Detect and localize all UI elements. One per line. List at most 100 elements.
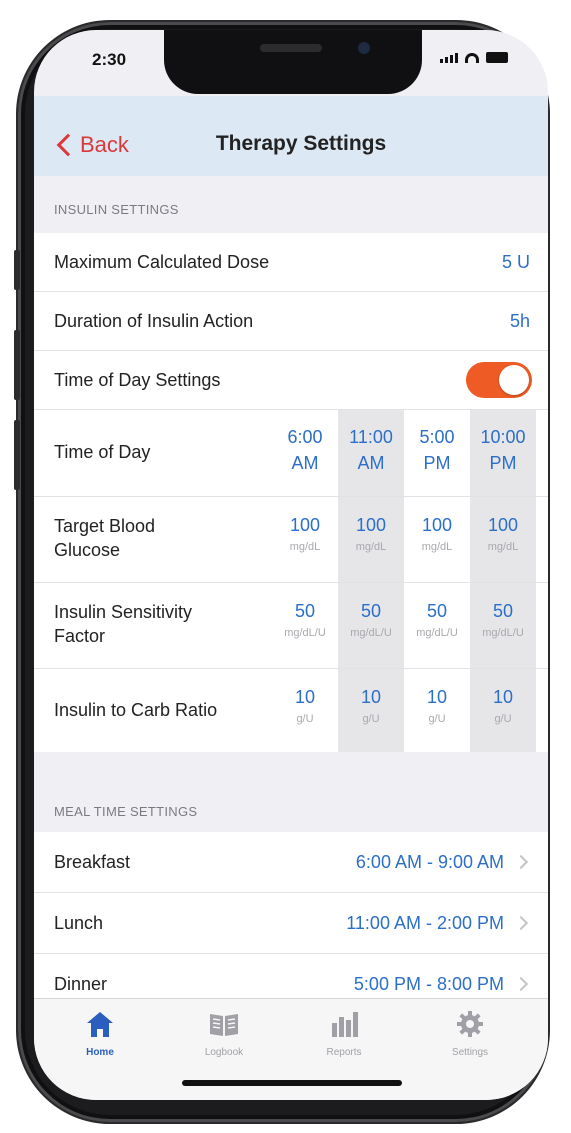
max-dose-label: Maximum Calculated Dose (54, 251, 270, 272)
sensitivity-cell[interactable]: 50 mg/dL/U (404, 598, 470, 642)
time-of-day-label: Time of Day (54, 442, 151, 462)
carb-ratio-cell[interactable]: 10 g/U (338, 684, 404, 728)
time-of-day-settings-row: Time of Day Settings (34, 351, 548, 410)
target-glucose-cell[interactable]: 100 mg/dL (470, 512, 536, 556)
gear-icon (420, 1009, 520, 1043)
unit-label: mg/dL/U (284, 627, 326, 639)
time-value: 5:00 PM (419, 427, 455, 473)
sensitivity-value: 50 (426, 601, 448, 621)
volume-down-button (14, 420, 20, 490)
meal-time-value: 11:00 AM - 2:00 PM (346, 912, 504, 933)
meal-row-lunch[interactable]: Lunch 11:00 AM - 2:00 PM (34, 893, 548, 954)
unit-label: g/U (494, 713, 512, 725)
phone-screen: 2:30 Back Therapy Settings INSULIN SETTI… (34, 30, 548, 1100)
time-value: 10:00 PM (480, 427, 526, 473)
time-value: 11:00 AM (349, 427, 393, 473)
silent-switch (14, 250, 20, 290)
unit-label: g/U (428, 713, 446, 725)
meal-row-breakfast[interactable]: Breakfast 6:00 AM - 9:00 AM (34, 832, 548, 893)
target-glucose-value: 100 (289, 515, 321, 535)
tab-label: Home (86, 1047, 114, 1058)
meal-time-value: 5:00 PM - 8:00 PM (353, 973, 504, 994)
tab-logbook[interactable]: Logbook (174, 1009, 274, 1058)
carb-ratio-value: 10 (360, 687, 382, 707)
tab-reports[interactable]: Reports (294, 1009, 394, 1058)
carb-ratio-cell[interactable]: 10 g/U (404, 684, 470, 728)
toggle-knob (499, 365, 529, 395)
time-cell[interactable]: 6:00 AM (272, 424, 338, 476)
unit-label: mg/dL/U (416, 627, 458, 639)
time-cell[interactable]: 11:00 AM (338, 424, 404, 476)
target-glucose-cell[interactable]: 100 mg/dL (272, 512, 338, 556)
insulin-settings-header: INSULIN SETTINGS (54, 202, 179, 217)
max-dose-value: 5 U (501, 251, 530, 272)
speaker (260, 44, 322, 52)
unit-label: mg/dL (289, 541, 321, 553)
status-icons (440, 52, 508, 63)
sensitivity-value: 50 (492, 601, 514, 621)
max-dose-row[interactable]: Maximum Calculated Dose 5 U (34, 233, 548, 292)
sensitivity-cell[interactable]: 50 mg/dL/U (272, 598, 338, 642)
notch (164, 30, 422, 94)
book-icon (174, 1009, 274, 1043)
unit-label: mg/dL (355, 541, 387, 553)
tab-label: Settings (451, 1047, 489, 1058)
unit-label: mg/dL (421, 541, 453, 553)
time-of-day-row: Time of Day 6:00 AM 11:00 AM 5:00 PM 10:… (34, 410, 548, 497)
unit-label: mg/dL/U (350, 627, 392, 639)
carb-ratio-row: Insulin to Carb Ratio 10 g/U 10 g/U 10 g/U … (34, 668, 548, 752)
tab-label: Logbook (204, 1047, 244, 1058)
unit-label: g/U (362, 713, 380, 725)
page-title: Therapy Settings (215, 132, 387, 155)
chevron-right-icon (513, 854, 529, 870)
target-glucose-value: 100 (421, 515, 453, 535)
target-glucose-cell[interactable]: 100 mg/dL (338, 512, 404, 556)
chevron-right-icon (513, 976, 529, 992)
target-glucose-value: 100 (487, 515, 519, 535)
target-glucose-value: 100 (355, 515, 387, 535)
unit-label: g/U (296, 713, 314, 725)
signal-icon (440, 53, 458, 63)
target-glucose-label: Target Blood Glucose (54, 516, 156, 560)
time-value: 6:00 AM (287, 427, 323, 473)
insulin-settings-list: Maximum Calculated Dose 5 U Duration of … (34, 233, 548, 752)
unit-label: mg/dL (487, 541, 519, 553)
battery-icon (486, 52, 508, 63)
time-cell[interactable]: 5:00 PM (404, 424, 470, 476)
meal-settings-list: Breakfast 6:00 AM - 9:00 AM Lunch 11:00 … (34, 832, 548, 1015)
carb-ratio-cell[interactable]: 10 g/U (470, 684, 536, 728)
meal-time-value: 6:00 AM - 9:00 AM (355, 851, 504, 872)
sensitivity-value: 50 (294, 601, 316, 621)
duration-row[interactable]: Duration of Insulin Action 5h (34, 292, 548, 351)
status-time: 2:30 (92, 50, 127, 69)
sensitivity-cell[interactable]: 50 mg/dL/U (470, 598, 536, 642)
tab-home[interactable]: Home (50, 1009, 150, 1058)
carb-ratio-cell[interactable]: 10 g/U (272, 684, 338, 728)
sensitivity-value: 50 (360, 601, 382, 621)
time-of-day-toggle[interactable] (466, 362, 532, 398)
tab-settings[interactable]: Settings (420, 1009, 520, 1058)
chevron-right-icon (513, 915, 529, 931)
bar-chart-icon (294, 1009, 394, 1043)
meal-label: Breakfast (54, 851, 131, 872)
carb-ratio-value: 10 (294, 687, 316, 707)
target-glucose-cell[interactable]: 100 mg/dL (404, 512, 470, 556)
wifi-icon (465, 53, 479, 63)
duration-value: 5h (509, 310, 530, 331)
navigation-bar: Back Therapy Settings (34, 96, 548, 176)
unit-label: mg/dL/U (482, 627, 524, 639)
meal-label: Dinner (54, 973, 108, 994)
meal-label: Lunch (54, 912, 104, 933)
sensitivity-label: Insulin Sensitivity Factor (54, 602, 193, 646)
home-icon (50, 1009, 150, 1043)
sensitivity-cell[interactable]: 50 mg/dL/U (338, 598, 404, 642)
home-indicator (182, 1080, 402, 1086)
sensitivity-row: Insulin Sensitivity Factor 50 mg/dL/U 50 m… (34, 582, 548, 669)
time-of-day-settings-label: Time of Day Settings (54, 369, 221, 390)
tab-label: Reports (326, 1047, 362, 1058)
time-cell[interactable]: 10:00 PM (470, 424, 536, 476)
volume-up-button (14, 330, 20, 400)
schedule-grid: Time of Day 6:00 AM 11:00 AM 5:00 PM 10:… (34, 410, 548, 752)
carb-ratio-value: 10 (492, 687, 514, 707)
carb-ratio-value: 10 (426, 687, 448, 707)
